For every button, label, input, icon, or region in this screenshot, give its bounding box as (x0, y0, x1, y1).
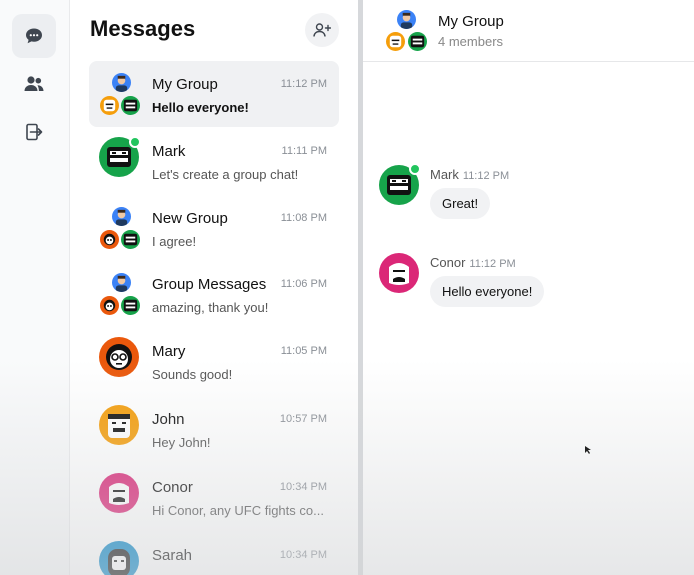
conversation-time: 11:05 PM (280, 345, 327, 357)
avatar (408, 32, 427, 51)
avatar (99, 541, 139, 575)
contacts-nav-button[interactable] (12, 62, 56, 106)
conversation-name: My Group (152, 76, 218, 93)
message-bubble: Hello everyone! (430, 276, 545, 307)
mouse-cursor-icon (585, 446, 591, 454)
avatar (99, 405, 139, 445)
add-user-icon (313, 23, 331, 37)
new-group-button[interactable] (305, 13, 339, 47)
conversation-item-john[interactable]: John 10:57 PM Hey John! (89, 396, 339, 462)
chat-header: My Group 4 members (363, 0, 694, 62)
chat-title: My Group (438, 13, 504, 30)
conversation-time: 11:06 PM (280, 278, 327, 290)
avatar (379, 253, 419, 293)
conversation-list-panel: Messages My Group 11:12 PM Hello everyon… (71, 0, 358, 575)
avatar (112, 273, 131, 292)
conversation-time: 10:34 PM (279, 549, 327, 561)
conversation-item-new-group[interactable]: New Group 11:08 PM I agree! (89, 195, 339, 261)
conversation-name: Conor (152, 479, 193, 496)
avatar (397, 10, 416, 29)
conversation-name: John (152, 411, 185, 428)
conversation-item-group-messages[interactable]: Group Messages 11:06 PM amazing, thank y… (89, 261, 339, 327)
logout-nav-button[interactable] (12, 110, 56, 154)
conversation-time: 11:11 PM (281, 145, 327, 157)
avatar (100, 230, 119, 249)
nav-rail (0, 0, 70, 575)
conversation-preview: Hey John! (152, 435, 211, 450)
conversation-preview: Sounds good! (152, 367, 233, 382)
conversation-preview: amazing, thank you! (152, 300, 269, 315)
conversation-item-sarah[interactable]: Sarah 10:34 PM (89, 532, 339, 575)
chats-nav-button[interactable] (12, 14, 56, 58)
conversation-item-conor[interactable]: Conor 10:34 PM Hi Conor, any UFC fights … (89, 464, 339, 530)
logout-icon (26, 123, 43, 141)
message-bubble: Great! (430, 188, 491, 219)
avatar (99, 473, 139, 513)
conversation-item-mary[interactable]: Mary 11:05 PM Sounds good! (89, 328, 339, 394)
avatar (121, 296, 140, 315)
conversation-name: Mark (152, 143, 186, 160)
message-meta: Mark 11:12 PM (430, 167, 509, 182)
conversation-item-mark[interactable]: Mark 11:11 PM Let's create a group chat! (89, 128, 339, 194)
conversation-time: 11:12 PM (280, 78, 327, 90)
message-meta: Conor 11:12 PM (430, 255, 516, 270)
avatar (100, 96, 119, 115)
message-sender: Conor (430, 255, 466, 270)
message-item: Mark 11:12 PM Great! (379, 163, 679, 225)
conversation-time: 10:34 PM (279, 481, 327, 493)
page-title: Messages (90, 16, 196, 41)
member-count: 4 members (438, 34, 504, 49)
conversation-preview: I agree! (152, 234, 197, 249)
message-time: 11:12 PM (462, 170, 510, 182)
conversation-time: 11:08 PM (280, 212, 327, 224)
users-icon (24, 76, 44, 91)
conversation-time: 10:57 PM (279, 413, 327, 425)
conversation-name: New Group (152, 210, 228, 227)
conversation-name: Mary (152, 343, 186, 360)
message-time: 11:12 PM (469, 258, 516, 270)
avatar (99, 337, 139, 377)
message-item: Conor 11:12 PM Hello everyone! (379, 253, 679, 313)
avatar (100, 296, 119, 315)
online-indicator (409, 163, 421, 175)
message-sender: Mark (430, 167, 459, 182)
avatar (112, 207, 131, 226)
chat-panel: My Group 4 members Mark 11:12 PM Great! C… (363, 0, 694, 575)
conversation-name: Group Messages (152, 276, 267, 293)
avatar (121, 230, 140, 249)
conversation-item-my-group[interactable]: My Group 11:12 PM Hello everyone! (89, 61, 339, 127)
online-indicator (129, 136, 141, 148)
chat-bubble-icon (26, 28, 42, 44)
conversation-preview: Hello everyone! (152, 100, 249, 115)
chat-app: Messages My Group 11:12 PM Hello everyon… (0, 0, 694, 575)
conversation-preview: Hi Conor, any UFC fights co... (152, 503, 324, 518)
avatar (386, 32, 405, 51)
conversation-preview: Let's create a group chat! (152, 167, 299, 182)
conversation-name: Sarah (152, 547, 193, 564)
avatar (121, 96, 140, 115)
avatar (112, 73, 131, 92)
